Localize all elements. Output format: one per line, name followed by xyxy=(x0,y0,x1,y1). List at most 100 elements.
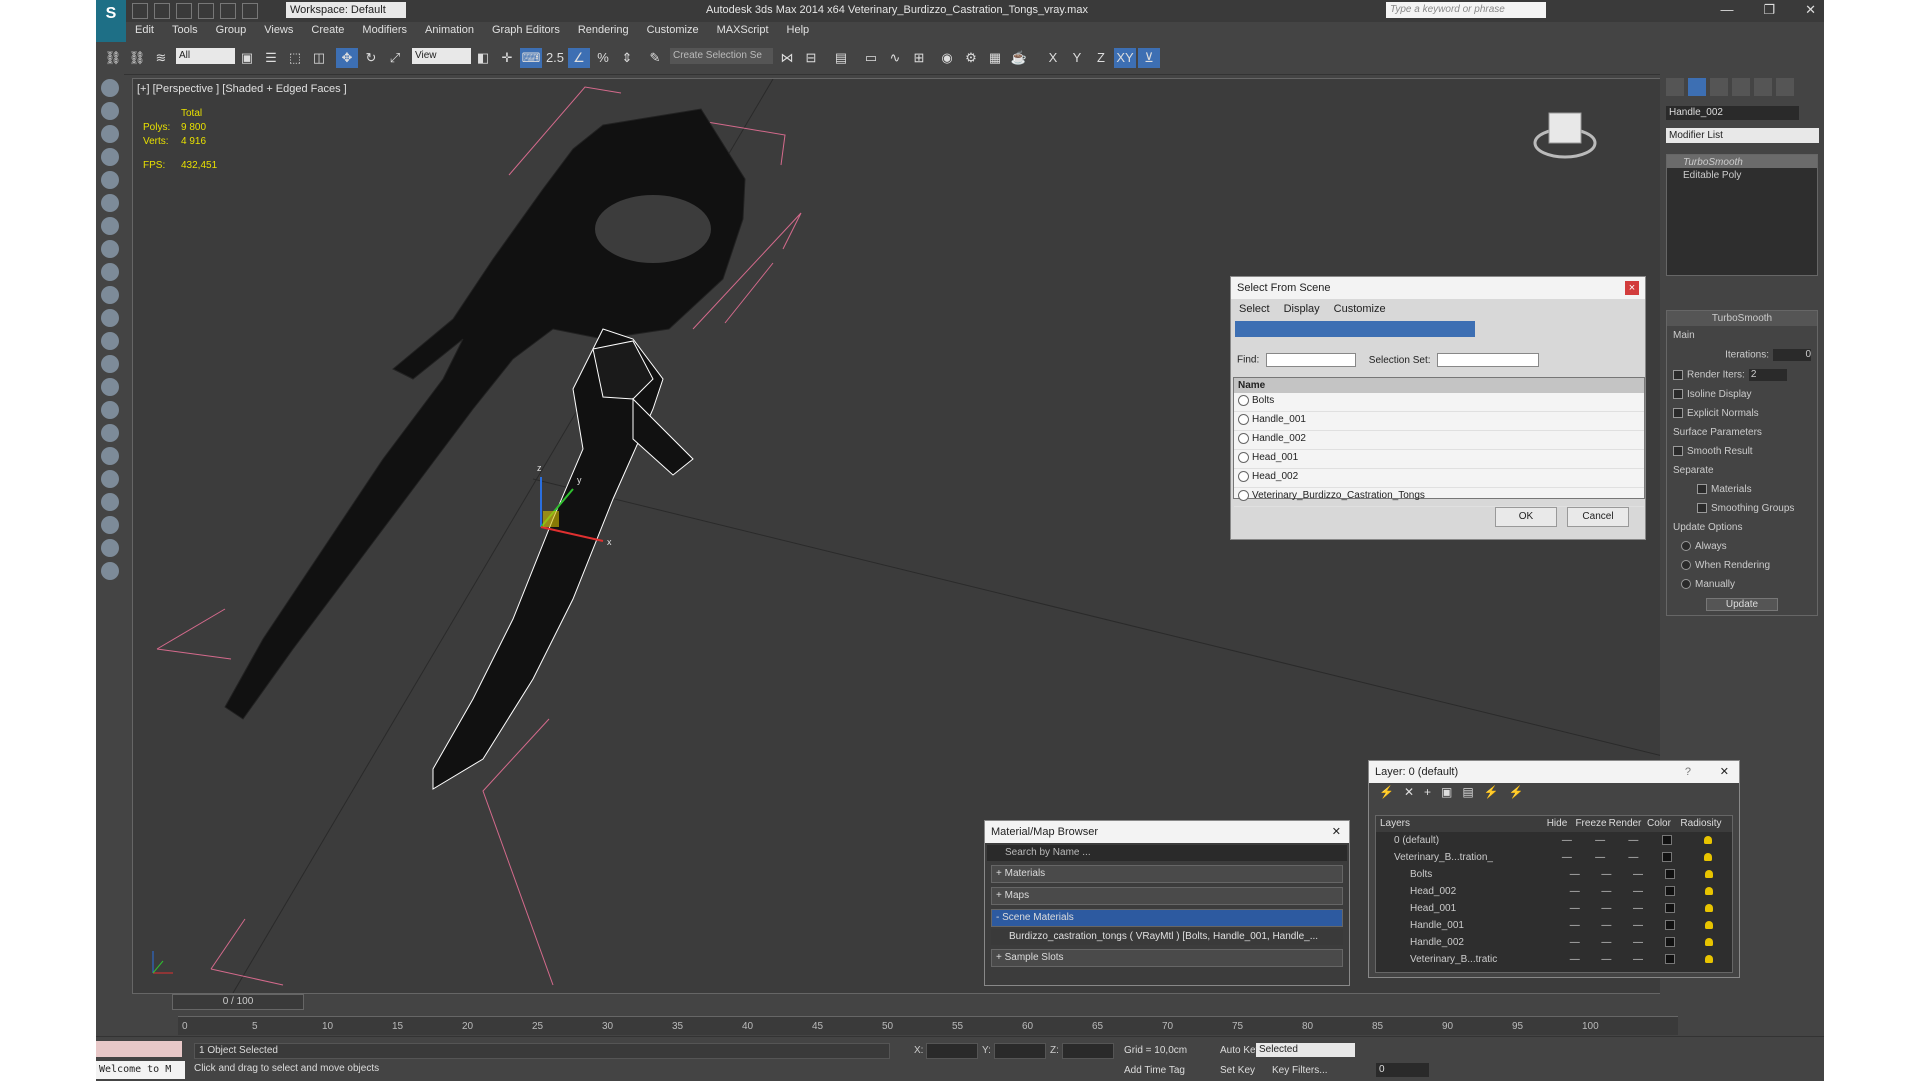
material-browser-close[interactable]: ✕ xyxy=(1332,821,1341,843)
rendered-frame-icon[interactable]: ▦ xyxy=(984,48,1006,68)
particle-icon[interactable] xyxy=(101,401,119,419)
freeze-toggle[interactable]: — xyxy=(1591,866,1623,883)
edit-named-selection-icon[interactable]: ✎ xyxy=(644,48,666,68)
cloth-icon[interactable] xyxy=(101,493,119,511)
freeze-all-icon[interactable]: ⚡ xyxy=(1509,785,1524,807)
isoline-checkbox[interactable] xyxy=(1673,389,1683,400)
freeze-toggle[interactable]: — xyxy=(1584,832,1617,849)
create-shapes-icon[interactable] xyxy=(101,102,119,120)
layer-color-swatch[interactable] xyxy=(1650,832,1683,849)
create-geometry-icon[interactable] xyxy=(101,79,119,97)
layer-color-swatch[interactable] xyxy=(1654,866,1686,883)
named-selection-dropdown[interactable]: Create Selection Se xyxy=(670,48,773,64)
column-hide[interactable]: Hide xyxy=(1540,816,1574,832)
column-radiosity[interactable]: Radiosity xyxy=(1676,816,1726,832)
delete-layer-icon[interactable]: ✕ xyxy=(1404,785,1414,807)
keyboard-shortcut-icon[interactable]: ⌨ xyxy=(520,48,542,68)
select-by-name-icon[interactable]: ☰ xyxy=(260,48,282,68)
layer-color-swatch[interactable] xyxy=(1654,900,1686,917)
sun-light-icon[interactable] xyxy=(101,332,119,350)
display-tab-icon[interactable] xyxy=(1754,78,1772,96)
constraint-x-button[interactable]: X xyxy=(1042,48,1064,68)
layer-color-swatch[interactable] xyxy=(1654,917,1686,934)
dialog-menu-customize[interactable]: Customize xyxy=(1334,303,1386,315)
hide-toggle[interactable]: — xyxy=(1559,934,1591,951)
explicit-normals-checkbox[interactable] xyxy=(1673,408,1683,419)
stack-item-editable-poly[interactable]: Editable Poly xyxy=(1667,168,1817,181)
hide-toggle[interactable]: — xyxy=(1550,832,1583,849)
toggle-ribbon-icon[interactable]: ▭ xyxy=(860,48,882,68)
select-rotate-icon[interactable]: ↻ xyxy=(360,48,382,68)
render-toggle[interactable]: — xyxy=(1622,900,1654,917)
sphere-icon[interactable] xyxy=(101,240,119,258)
hide-toggle[interactable]: — xyxy=(1559,866,1591,883)
object-name-field[interactable]: Handle_002 xyxy=(1666,106,1799,120)
select-objects-icon[interactable]: ▣ xyxy=(1441,785,1452,807)
column-freeze[interactable]: Freeze xyxy=(1574,816,1608,832)
freeze-toggle[interactable]: — xyxy=(1591,900,1623,917)
angle-snap-icon[interactable]: ∠ xyxy=(568,48,590,68)
render-toggle[interactable]: — xyxy=(1622,917,1654,934)
layer-row[interactable]: Head_002— — — xyxy=(1376,883,1732,900)
iterations-spinner[interactable]: 0 xyxy=(1773,349,1811,361)
close-button[interactable]: ✕ xyxy=(1805,2,1816,18)
radiosity-toggle[interactable] xyxy=(1685,934,1732,951)
hide-toggle[interactable]: — xyxy=(1559,900,1591,917)
undo-icon[interactable] xyxy=(198,3,214,19)
menu-edit[interactable]: Edit xyxy=(126,22,163,42)
rollout-title[interactable]: TurboSmooth xyxy=(1667,311,1817,326)
layer-row[interactable]: Bolts — — — xyxy=(1376,866,1732,883)
schematic-view-icon[interactable]: ⊞ xyxy=(908,48,930,68)
selection-set-dropdown[interactable] xyxy=(1437,353,1540,367)
maximize-button[interactable]: ❐ xyxy=(1763,2,1775,18)
freeze-toggle[interactable]: — xyxy=(1584,849,1617,866)
set-key-button[interactable]: Set Key xyxy=(1220,1065,1255,1076)
reference-coordinate-dropdown[interactable]: View xyxy=(412,48,471,64)
radiosity-toggle[interactable] xyxy=(1685,883,1732,900)
modifier-icon[interactable] xyxy=(101,539,119,557)
maxscript-listener-mini[interactable] xyxy=(96,1041,182,1057)
spinner-snap-icon[interactable]: ⇕ xyxy=(616,48,638,68)
hierarchy-tab-icon[interactable] xyxy=(1710,78,1728,96)
menu-graph-editors[interactable]: Graph Editors xyxy=(483,22,569,42)
render-toggle[interactable]: — xyxy=(1622,951,1654,968)
layer-color-swatch[interactable] xyxy=(1654,951,1686,968)
layer-explorer-icon[interactable]: ▤ xyxy=(830,48,852,68)
materials-section[interactable]: + Materials xyxy=(991,865,1343,883)
create-spacewarps-icon[interactable] xyxy=(101,194,119,212)
layer-color-swatch[interactable] xyxy=(1654,883,1686,900)
cone-icon[interactable] xyxy=(101,309,119,327)
list-item[interactable]: Handle_002 xyxy=(1234,431,1644,450)
create-cameras-icon[interactable] xyxy=(101,148,119,166)
sample-slots-section[interactable]: + Sample Slots xyxy=(991,949,1343,967)
motion-tab-icon[interactable] xyxy=(1732,78,1750,96)
menu-modifiers[interactable]: Modifiers xyxy=(353,22,416,42)
constraint-xy-button[interactable]: XY xyxy=(1114,48,1136,68)
current-frame-field[interactable]: 0 xyxy=(1376,1063,1429,1077)
key-mode-dropdown[interactable]: Selected xyxy=(1256,1043,1355,1057)
render-iters-spinner[interactable]: 2 xyxy=(1748,369,1787,381)
cancel-button[interactable]: Cancel xyxy=(1567,507,1629,527)
maxscript-input[interactable]: Welcome to M xyxy=(96,1061,185,1079)
material-search-input[interactable]: Search by Name ... xyxy=(987,845,1347,861)
radiosity-toggle[interactable] xyxy=(1683,832,1732,849)
radiosity-toggle[interactable] xyxy=(1685,900,1732,917)
viewcube-icon[interactable] xyxy=(1533,112,1597,159)
modify-tab-icon[interactable] xyxy=(1688,78,1706,96)
freeze-toggle[interactable]: — xyxy=(1591,883,1623,900)
radiosity-toggle[interactable] xyxy=(1683,849,1732,866)
column-layers[interactable]: Layers xyxy=(1376,816,1540,832)
freeze-toggle[interactable]: — xyxy=(1591,917,1623,934)
hide-toggle[interactable]: — xyxy=(1550,849,1583,866)
new-layer-icon[interactable]: ⚡ xyxy=(1379,785,1394,807)
curve-editor-icon[interactable]: ∿ xyxy=(884,48,906,68)
menu-views[interactable]: Views xyxy=(255,22,302,42)
dialog-menu-select[interactable]: Select xyxy=(1239,303,1270,315)
list-item[interactable]: Handle_001 xyxy=(1234,412,1644,431)
list-item[interactable]: Bolts xyxy=(1234,393,1644,412)
maps-section[interactable]: + Maps xyxy=(991,887,1343,905)
selection-filter-dropdown[interactable]: All xyxy=(176,48,235,64)
hide-toggle[interactable]: — xyxy=(1559,951,1591,968)
manually-radio[interactable] xyxy=(1681,579,1691,590)
tree-icon[interactable] xyxy=(101,424,119,442)
